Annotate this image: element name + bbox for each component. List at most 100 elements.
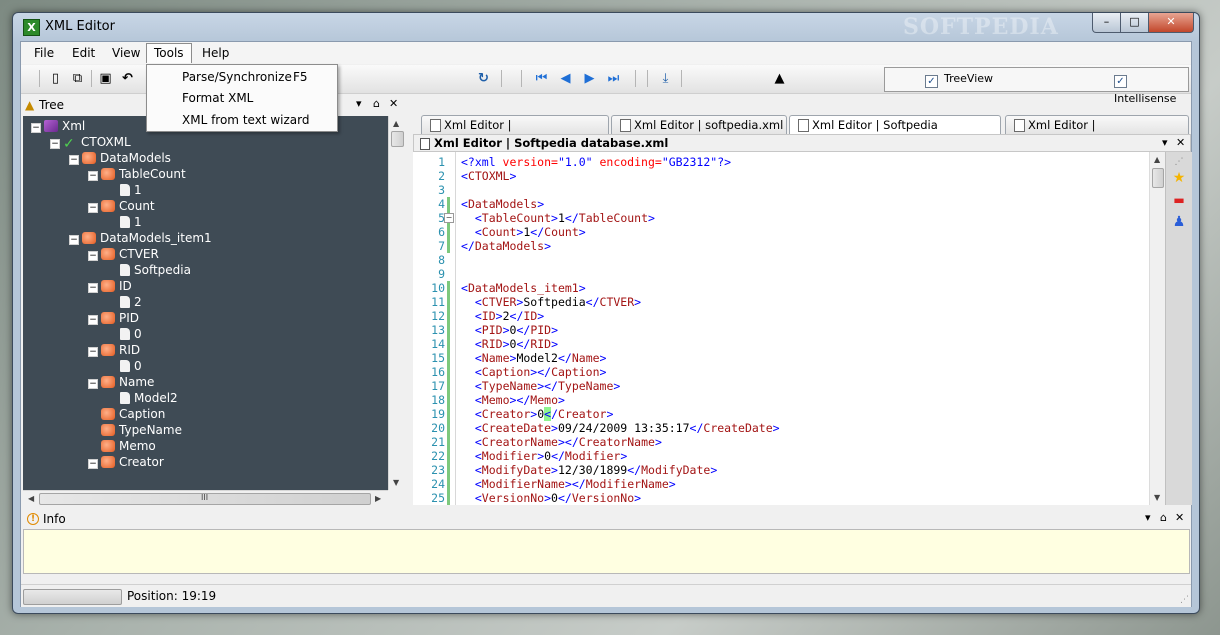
dropdown-icon[interactable]: ▾ bbox=[1162, 136, 1168, 149]
code-line[interactable]: <CTOXML> bbox=[461, 169, 516, 183]
code-line[interactable]: <TypeName></TypeName> bbox=[461, 379, 620, 393]
star-icon[interactable]: ★ bbox=[1171, 170, 1187, 186]
collapse-toggle-icon[interactable]: − bbox=[88, 315, 98, 325]
collapse-toggle-icon[interactable]: − bbox=[88, 459, 98, 469]
tree-node[interactable]: 1 bbox=[107, 182, 142, 198]
code-line[interactable]: <CreateDate>09/24/2009 13:35:17</CreateD… bbox=[461, 421, 780, 435]
collapse-toggle-icon[interactable]: − bbox=[69, 155, 79, 165]
scroll-thumb[interactable] bbox=[1152, 168, 1164, 188]
scroll-left-icon[interactable]: ◀ bbox=[28, 494, 34, 503]
tree-node[interactable]: − RID bbox=[88, 342, 140, 358]
refresh-icon[interactable]: ↻ bbox=[475, 70, 492, 87]
code-line[interactable]: <RID>0</RID> bbox=[461, 337, 558, 351]
code-line[interactable]: <?xml version="1.0" encoding="GB2312"?> bbox=[461, 155, 731, 169]
checkbox-box[interactable]: ✓ bbox=[925, 75, 938, 88]
tree-node[interactable]: TypeName bbox=[88, 422, 182, 438]
tree-horizontal-scrollbar[interactable]: ◀ III ▶ bbox=[23, 490, 388, 506]
intellisense-checkbox[interactable]: ✓ Intellisense bbox=[1114, 69, 1191, 105]
menu-xml-from-text-wizard[interactable]: XML from text wizard bbox=[147, 109, 337, 131]
tree-node[interactable]: 1 bbox=[107, 214, 142, 230]
menu-help[interactable]: Help bbox=[195, 45, 236, 62]
code-line[interactable]: <ID>2</ID> bbox=[461, 309, 544, 323]
tab-softpedia[interactable]: Xml Editor | softpedia.xml bbox=[611, 115, 787, 134]
tree-node[interactable]: − CTVER bbox=[88, 246, 159, 262]
code-line[interactable]: <CTVER>Softpedia</CTVER> bbox=[461, 295, 641, 309]
collapse-toggle-icon[interactable]: − bbox=[88, 379, 98, 389]
resize-grip-icon[interactable]: ⋰ bbox=[1180, 595, 1189, 605]
code-line[interactable]: <ModifyDate>12/30/1899</ModifyDate> bbox=[461, 463, 717, 477]
menu-edit[interactable]: Edit bbox=[65, 45, 102, 62]
fold-toggle-icon[interactable]: − bbox=[444, 213, 454, 223]
close-icon[interactable]: ✕ bbox=[1176, 136, 1185, 149]
collapse-toggle-icon[interactable]: − bbox=[50, 139, 60, 149]
tree-node[interactable]: 2 bbox=[107, 294, 142, 310]
tree-node[interactable]: Caption bbox=[88, 406, 165, 422]
pin-icon[interactable]: ⌂ bbox=[1160, 511, 1167, 524]
tab-softpediatest[interactable]: Xml Editor | SoftpediaTest.xml bbox=[421, 115, 609, 150]
tree-vertical-scrollbar[interactable]: ▲ ▼ bbox=[388, 116, 405, 490]
tree-node[interactable]: Memo bbox=[88, 438, 156, 454]
tree-node[interactable]: − Count bbox=[88, 198, 155, 214]
tab-softpedia-database[interactable]: Xml Editor | Softpedia database.xml bbox=[789, 115, 1001, 150]
hat-icon[interactable]: ▲ bbox=[771, 70, 788, 87]
code-line[interactable]: <Count>1</Count> bbox=[461, 225, 586, 239]
close-icon[interactable]: ✕ bbox=[1175, 511, 1184, 524]
undo-icon[interactable]: ↶ bbox=[119, 70, 136, 87]
collapse-toggle-icon[interactable]: − bbox=[88, 251, 98, 261]
code-line[interactable]: <VersionNo>0</VersionNo> bbox=[461, 491, 641, 505]
menu-parse-synchronize[interactable]: Parse/Synchronize F5 bbox=[147, 66, 337, 88]
scroll-thumb[interactable] bbox=[391, 131, 404, 147]
minus-icon[interactable]: ▬ bbox=[1171, 192, 1187, 208]
tree-node[interactable]: Softpedia bbox=[107, 262, 191, 278]
collapse-toggle-icon[interactable]: − bbox=[88, 171, 98, 181]
dropdown-icon[interactable]: ▾ bbox=[1145, 511, 1151, 524]
code-line[interactable]: <Caption></Caption> bbox=[461, 365, 607, 379]
code-line[interactable]: <Name>Model2</Name> bbox=[461, 351, 607, 365]
code-line[interactable]: <CreatorName></CreatorName> bbox=[461, 435, 662, 449]
editor-vertical-scrollbar[interactable]: ▲ ▼ bbox=[1149, 152, 1165, 505]
new-icon[interactable]: ▯ bbox=[47, 70, 64, 87]
download-icon[interactable]: ⤓ bbox=[657, 70, 674, 87]
collapse-toggle-icon[interactable]: − bbox=[88, 347, 98, 357]
tree-node[interactable]: − Xml bbox=[31, 118, 85, 134]
tree-node[interactable]: 0 bbox=[107, 326, 142, 342]
close-button[interactable]: ✕ bbox=[1148, 13, 1194, 33]
tree-node[interactable]: − TableCount bbox=[88, 166, 186, 182]
tab-softpediapad[interactable]: Xml Editor | SoftpediaPAD.xml bbox=[1005, 115, 1189, 150]
collapse-toggle-icon[interactable]: − bbox=[69, 235, 79, 245]
scroll-down-icon[interactable]: ▼ bbox=[1154, 493, 1160, 502]
treeview-checkbox[interactable]: ✓ TreeView bbox=[925, 69, 993, 89]
tree-node[interactable]: − ID bbox=[88, 278, 132, 294]
person-icon[interactable]: ♟ bbox=[1171, 214, 1187, 230]
tree-node[interactable]: − Name bbox=[88, 374, 154, 390]
tree-node[interactable]: 0 bbox=[107, 358, 142, 374]
code-line[interactable]: <ModifierName></ModifierName> bbox=[461, 477, 676, 491]
collapse-toggle-icon[interactable]: − bbox=[31, 123, 41, 133]
code-line[interactable]: <DataModels_item1> bbox=[461, 281, 586, 295]
scroll-right-icon[interactable]: ▶ bbox=[375, 494, 381, 503]
scroll-up-icon[interactable]: ▲ bbox=[393, 119, 399, 128]
collapse-toggle-icon[interactable]: − bbox=[88, 283, 98, 293]
info-output[interactable] bbox=[23, 529, 1190, 574]
menu-tools[interactable]: Tools bbox=[146, 43, 192, 63]
dropdown-icon[interactable]: ▾ bbox=[356, 97, 362, 110]
maximize-button[interactable]: □ bbox=[1120, 13, 1149, 33]
minimize-button[interactable]: – bbox=[1092, 13, 1121, 33]
tree-node[interactable]: − PID bbox=[88, 310, 139, 326]
copy-icon[interactable]: ⧉ bbox=[69, 70, 86, 87]
close-icon[interactable]: ✕ bbox=[389, 97, 398, 110]
tree-node[interactable]: − DataModels_item1 bbox=[69, 230, 212, 246]
code-line[interactable]: <Modifier>0</Modifier> bbox=[461, 449, 627, 463]
title-bar[interactable]: X XML Editor SOFTPEDIA – □ ✕ bbox=[13, 13, 1199, 41]
save-icon[interactable]: ▣ bbox=[97, 70, 114, 87]
code-line[interactable]: </DataModels> bbox=[461, 239, 551, 253]
checkbox-box[interactable]: ✓ bbox=[1114, 75, 1127, 88]
code-editor[interactable]: 1 2 3 4 5 6 7 8 9 10 11 12 13 14 15 16 17 18 19 20 21 22 23 24 2… bbox=[413, 152, 1149, 505]
code-line[interactable]: <DataModels> bbox=[461, 197, 544, 211]
tree-node[interactable]: − DataModels bbox=[69, 150, 171, 166]
last-icon[interactable]: ⏭ bbox=[605, 70, 622, 87]
scroll-up-icon[interactable]: ▲ bbox=[1154, 155, 1160, 164]
tree-node[interactable]: − ✓ CTOXML bbox=[50, 134, 131, 151]
tree-node[interactable]: Model2 bbox=[107, 390, 178, 406]
tree-node[interactable]: − Creator bbox=[88, 454, 164, 470]
